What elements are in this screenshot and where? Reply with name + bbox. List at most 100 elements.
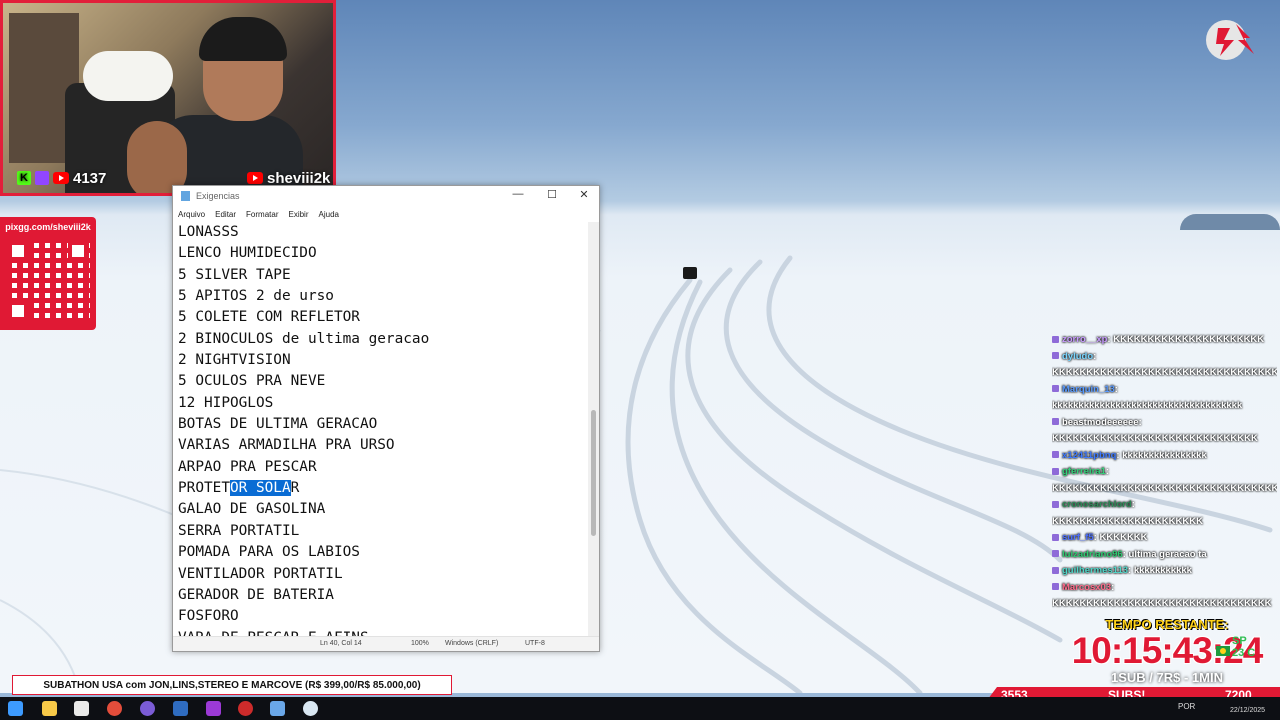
chat-badge-icon	[1052, 500, 1059, 508]
chat-message-cont: kkkkkkkkkkkkkkkkkkkkkkkkkkkkkkkkkkkk	[1052, 398, 1277, 415]
language-indicator[interactable]: POR	[1178, 702, 1195, 711]
notepad-window[interactable]: Exigencias — ☐ ✕ Arquivo Editar Formatar…	[172, 185, 600, 652]
cam-beanie	[199, 17, 287, 61]
chat-text: KKKKKKKKKKKKKKKKKKKKKK	[1052, 515, 1203, 527]
scrollbar-thumb[interactable]	[591, 410, 596, 536]
zoom-level: 100%	[411, 640, 429, 647]
text-line: 5 SILVER TAPE	[178, 266, 291, 283]
chat-message: guilhermes113: kkkkkkkkkkk	[1052, 563, 1277, 580]
chat-user: gferreira1	[1062, 466, 1106, 477]
chat-text: KKKKKKKKKKKKKKKKKKKKKK	[1113, 334, 1265, 345]
discord-icon[interactable]	[140, 701, 155, 716]
distant-vehicle	[683, 267, 697, 279]
line-endings: Windows (CRLF)	[445, 640, 499, 647]
text-line: 2 BINOCULOS de ultima geracao	[178, 330, 430, 347]
notepad-taskbar-icon[interactable]	[270, 701, 285, 716]
chat-text: KKKKKKKKKKKKKKKKKKKKKKKKKKKKKKKKKK	[1052, 367, 1277, 378]
notepad-titlebar[interactable]: Exigencias — ☐ ✕	[173, 186, 599, 206]
notepad-app-icon	[181, 191, 190, 201]
text-line: SERRA PORTATIL	[178, 522, 300, 539]
text-line: POMADA PARA OS LABIOS	[178, 544, 360, 561]
text-line: GERADOR DE BATERIA	[178, 586, 334, 603]
text-selection: OR SOLA	[229, 480, 291, 497]
weather-temp: 23 C	[1232, 647, 1256, 659]
chat-user: beastmodeeeeee	[1062, 416, 1139, 428]
qr-corner	[8, 301, 28, 321]
start-icon[interactable]	[8, 701, 23, 716]
text-line: 5 COLETE COM REFLETOR	[178, 309, 360, 326]
minimize-button[interactable]: —	[503, 188, 533, 200]
close-button[interactable]: ✕	[569, 188, 599, 201]
app-icon[interactable]	[303, 701, 318, 716]
chat-message: luizadriano96: ultima geracao ta	[1052, 547, 1277, 564]
maximize-button[interactable]: ☐	[537, 188, 567, 201]
text-line: BOTAS DE ULTIMA GERACAO	[178, 416, 378, 433]
kick-icon: K	[17, 171, 31, 185]
obs-icon[interactable]	[238, 701, 253, 716]
text-line: VARA DE PESCAR E AFINS	[178, 628, 588, 636]
store-icon[interactable]	[74, 701, 89, 716]
menu-formatar[interactable]: Formatar	[246, 210, 278, 219]
file-explorer-icon[interactable]	[42, 701, 57, 716]
text-line: 5 OCULOS PRA NEVE	[178, 373, 326, 390]
menu-editar[interactable]: Editar	[215, 210, 236, 219]
twitch-icon	[35, 171, 49, 185]
weather-state: SP	[1232, 635, 1247, 647]
chat-overlay: zorro__xp: KKKKKKKKKKKKKKKKKKKKKK dyludo…	[1052, 332, 1277, 613]
qr-corner	[8, 241, 28, 261]
qr-corner	[68, 241, 88, 261]
chrome-icon[interactable]	[107, 701, 122, 716]
vertical-scrollbar[interactable]	[588, 222, 599, 636]
chat-user: Marquin_13	[1062, 383, 1115, 395]
chat-user: surf_f5	[1062, 532, 1094, 543]
encoding: UTF-8	[525, 640, 545, 647]
youtube-icon	[53, 172, 69, 184]
text-line: VARIAS ARMADILHA PRA URSO	[178, 437, 395, 454]
chat-message-cont: KKKKKKKKKKKKKKKKKKKKKKKKKKKKKKKK	[1052, 596, 1277, 613]
chat-badge-icon	[1052, 533, 1059, 541]
chat-badge-icon	[1052, 550, 1059, 558]
chat-message: beastmodeeeeee:	[1052, 415, 1277, 432]
menu-ajuda[interactable]: Ajuda	[319, 210, 339, 219]
chat-badge-icon	[1052, 583, 1059, 591]
menu-arquivo[interactable]: Arquivo	[178, 210, 205, 219]
qr-code-icon	[6, 239, 90, 323]
chat-badge-icon	[1052, 566, 1059, 574]
notepad-statusbar: Ln 40, Col 14 100% Windows (CRLF) UTF-8	[173, 636, 599, 651]
timer-rate: 1SUB / 7R$ - 1MIN	[1111, 670, 1223, 685]
youtube-icon	[247, 172, 263, 184]
chat-text: kkkkkkkkkkkkkkkk	[1122, 449, 1207, 461]
chat-text: KKKKKKKKKKKKKKKKKKKKKKKKKKKKKKKK	[1052, 598, 1272, 609]
chat-user: Marcosx03	[1062, 581, 1112, 593]
webcam-overlay: K 4137 sheviii2k	[0, 0, 336, 196]
text-line: LENCO HUMIDECIDO	[178, 245, 317, 262]
chat-user: cronosarchlord	[1062, 499, 1132, 510]
subathon-banner: SUBATHON USA com JON,LINS,STEREO E MARCO…	[12, 675, 452, 695]
viewer-count: 4137	[73, 169, 107, 187]
app-icon[interactable]	[173, 701, 188, 716]
chat-badge-icon	[1052, 385, 1059, 393]
weather-widget: SP 23 C	[1232, 635, 1255, 659]
app-icon[interactable]	[206, 701, 221, 716]
notepad-text-area[interactable]: LONASSS LENCO HUMIDECIDO 5 SILVER TAPE 5…	[178, 222, 588, 636]
chat-text: kkkkkkkkkkkkkkkkkkkkkkkkkkkkkkkkkkkk	[1052, 400, 1243, 411]
menu-exibir[interactable]: Exibir	[288, 210, 308, 219]
chat-message: zorro__xp: KKKKKKKKKKKKKKKKKKKKKK	[1052, 332, 1277, 349]
chat-badge-icon	[1052, 451, 1059, 459]
chat-message: x12411pbnq: kkkkkkkkkkkkkkkk	[1052, 448, 1277, 465]
chat-message-cont: KKKKKKKKKKKKKKKKKKKKKK	[1052, 514, 1277, 531]
chat-message: Marquin_13:	[1052, 382, 1277, 399]
chat-text: KKKKKKK	[1099, 532, 1148, 543]
subathon-timer: TEMPO RESTANTE: 10:15:43:24 1SUB / 7R$ -…	[1056, 617, 1278, 685]
chat-badge-icon	[1052, 467, 1059, 475]
pix-donation-panel: pixgg.com/sheviii2k	[0, 217, 96, 330]
text-line: 12 HIPOGLOS	[178, 394, 274, 411]
chat-text: KKKKKKKKKKKKKKKKKKKKKKKKKKKKKK	[1052, 433, 1258, 444]
pix-label: pixgg.com/sheviii2k	[5, 222, 91, 232]
chat-user: zorro__xp	[1062, 334, 1108, 345]
clock-date[interactable]: 22/12/2025	[1230, 707, 1265, 714]
channel-name: sheviii2k	[267, 169, 331, 187]
chat-badge-icon	[1052, 352, 1059, 360]
viewer-count-badge: K 4137	[17, 169, 106, 187]
text-line: VENTILADOR PORTATIL	[178, 565, 343, 582]
